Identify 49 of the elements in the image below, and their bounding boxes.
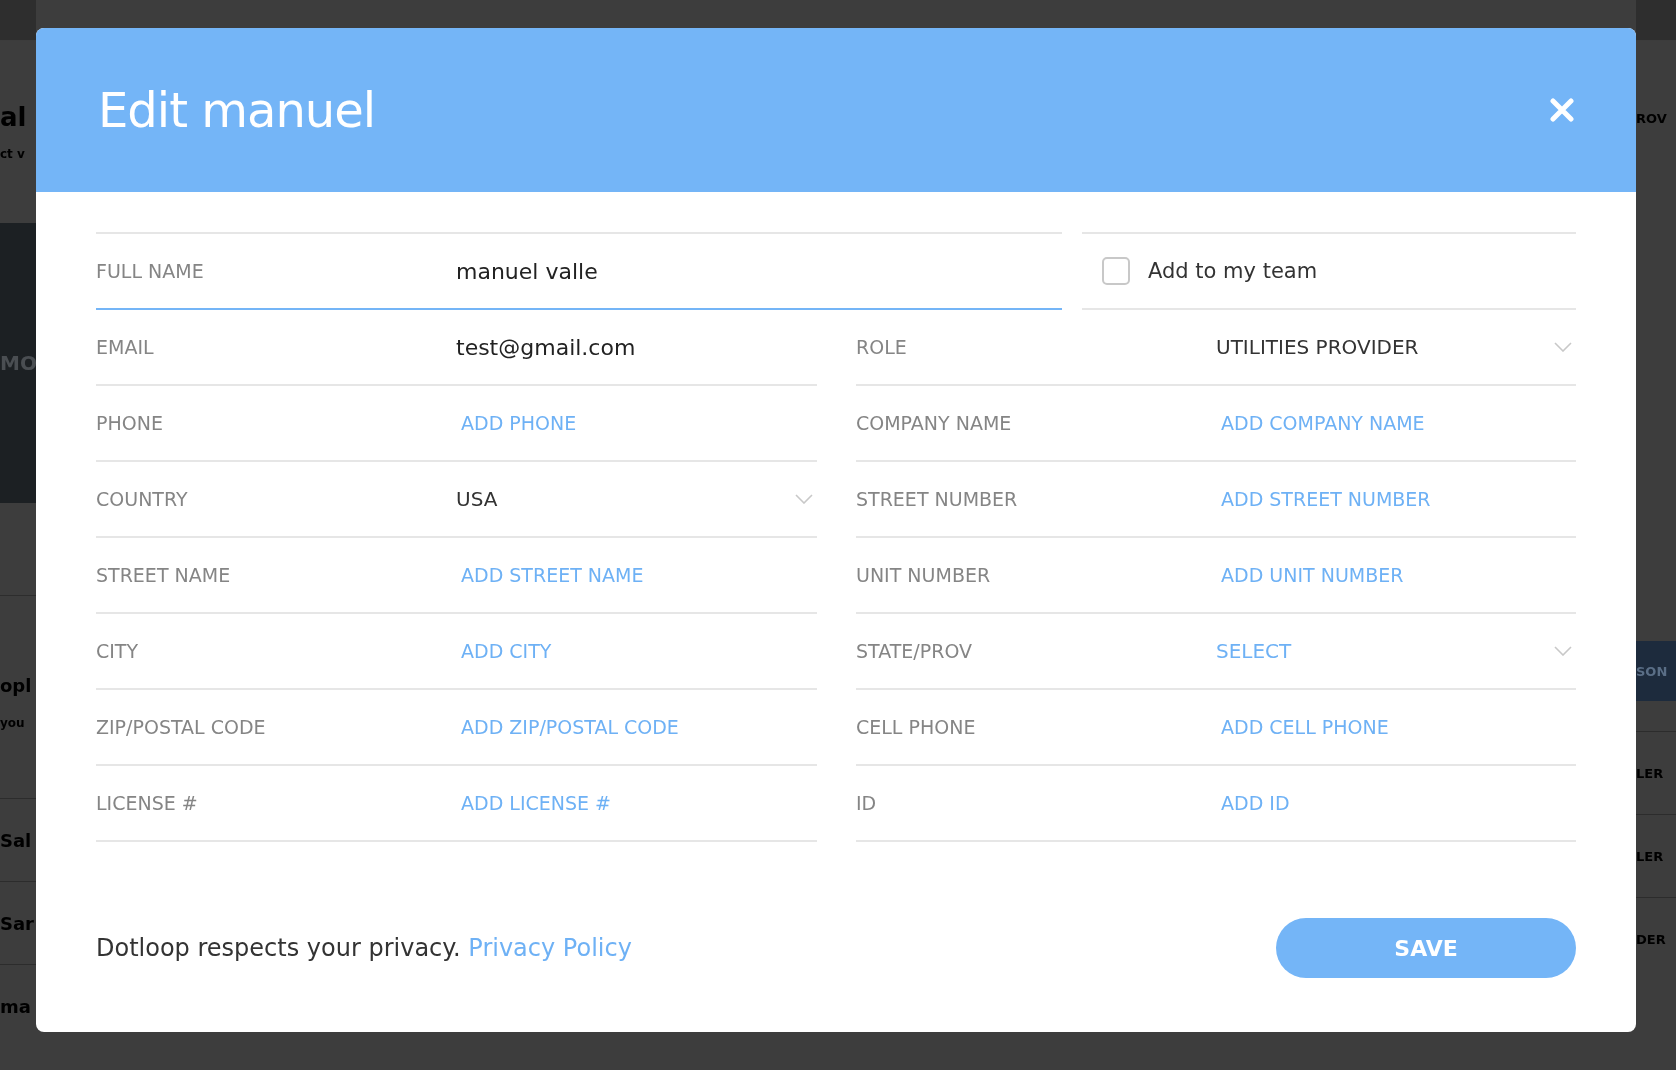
role-text: LER: [1636, 848, 1664, 864]
text-input[interactable]: ADD PHONE: [456, 412, 817, 434]
text-input[interactable]: ADD LICENSE #: [456, 792, 817, 814]
header-action: ROV: [1636, 111, 1668, 126]
field-label: COMPANY NAME: [856, 412, 1013, 434]
field-label: CITY: [96, 640, 140, 662]
field-label: ROLE: [856, 336, 908, 358]
list-row-text: ma: [0, 995, 31, 1017]
text-input[interactable]: ADD ID: [1216, 792, 1576, 814]
text-input[interactable]: ADD UNIT NUMBER: [1216, 564, 1576, 586]
close-icon[interactable]: [1550, 98, 1574, 122]
full-name-input[interactable]: manuel valle: [456, 258, 1062, 284]
list-row-text: Sal: [0, 829, 32, 851]
list-row-text: Sar: [0, 912, 34, 934]
section-subtitle: you: [0, 715, 26, 732]
field-label: COUNTRY: [96, 488, 189, 510]
checkbox[interactable]: [1102, 257, 1130, 285]
field-label: CELL PHONE: [856, 716, 977, 738]
field-label: ZIP/POSTAL CODE: [96, 716, 267, 738]
field-label: UNIT NUMBER: [856, 564, 992, 586]
field-label: FULL NAME: [96, 260, 205, 282]
chevron-icon: [795, 494, 813, 504]
field-label: STREET NUMBER: [856, 488, 1019, 510]
page-heading: al: [0, 101, 28, 134]
text-input[interactable]: ADD COMPANY NAME: [1216, 412, 1576, 434]
text-input[interactable]: ADD CELL PHONE: [1216, 716, 1576, 738]
section-heading: opl: [0, 674, 33, 698]
field-label: STREET NAME: [96, 564, 232, 586]
page-subtitle: ct v: [0, 146, 26, 163]
text-input[interactable]: ADD STREET NAME: [456, 564, 817, 586]
field-label: STATE/PROV: [856, 640, 973, 662]
dialog-title: Edit manuel: [98, 82, 376, 138]
full-name-field[interactable]: FULL NAME manuel valle: [96, 232, 1062, 310]
field-label: ID: [856, 792, 878, 814]
field-label: PHONE: [96, 412, 164, 434]
dropdown[interactable]: UTILITIES PROVIDER: [1216, 327, 1576, 367]
role-text: DER: [1636, 931, 1666, 947]
checkbox-label: Add to my team: [1148, 259, 1318, 283]
text-input[interactable]: test@gmail.com: [456, 334, 817, 360]
chevron-icon: [1554, 646, 1572, 656]
text-input[interactable]: ADD ZIP/POSTAL CODE: [456, 716, 817, 738]
dropdown[interactable]: USA: [456, 479, 817, 519]
chevron-icon: [1554, 342, 1572, 352]
text-input[interactable]: ADD CITY: [456, 640, 817, 662]
field-label: LICENSE #: [96, 792, 199, 814]
privacy-notice: Dotloop respects your privacy. Privacy Policy: [96, 934, 632, 962]
field-label: EMAIL: [96, 336, 155, 358]
role-text: LER: [1636, 765, 1664, 781]
text-input[interactable]: ADD STREET NUMBER: [1216, 488, 1576, 510]
